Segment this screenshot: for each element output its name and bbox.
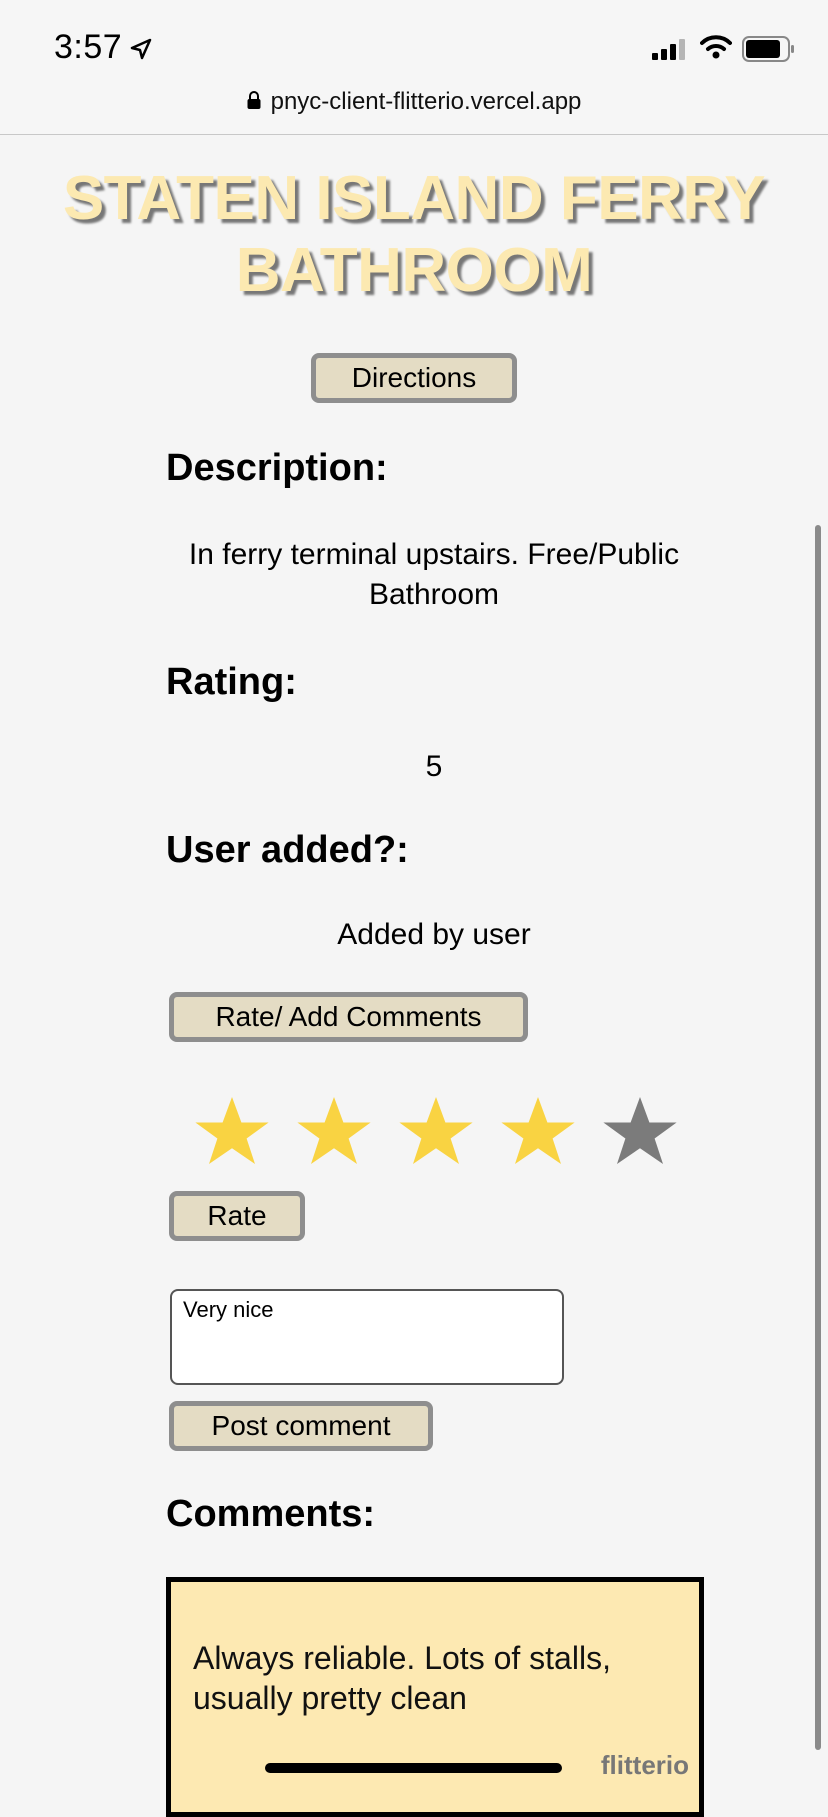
comment-text: Always reliable. Lots of stalls, usually… xyxy=(193,1640,611,1716)
battery-icon xyxy=(742,36,796,67)
watermark-logo: flitterio xyxy=(600,1750,689,1780)
directions-button[interactable]: Directions xyxy=(311,353,517,403)
star-filled-icon[interactable] xyxy=(396,1093,476,1173)
star-rating[interactable] xyxy=(192,1093,682,1183)
page-title: STATEN ISLAND FERRY BATHROOM xyxy=(0,163,828,307)
url-text: pnyc-client-flitterio.vercel.app xyxy=(270,88,582,115)
wifi-icon xyxy=(700,34,732,65)
bathroom-detail-page: STATEN ISLAND FERRY BATHROOM Directions … xyxy=(0,135,828,1817)
page-title-line1: STATEN ISLAND FERRY xyxy=(62,164,766,233)
home-indicator[interactable] xyxy=(265,1763,562,1773)
star-filled-icon[interactable] xyxy=(498,1093,578,1173)
rating-heading: Rating: xyxy=(166,661,297,703)
rate-button[interactable]: Rate xyxy=(169,1191,305,1241)
rate-add-comments-button[interactable]: Rate/ Add Comments xyxy=(169,992,528,1042)
browser-url-bar[interactable]: pnyc-client-flitterio.vercel.app xyxy=(0,82,828,135)
star-empty-icon[interactable] xyxy=(600,1093,680,1173)
page-title-line2: BATHROOM xyxy=(235,236,593,305)
description-heading: Description: xyxy=(166,447,388,489)
lock-icon xyxy=(247,88,261,116)
cellular-signal-icon xyxy=(652,38,688,65)
description-text: In ferry terminal upstairs. Free/Public … xyxy=(188,538,680,611)
location-arrow-icon xyxy=(130,38,152,65)
user-added-text: Added by user xyxy=(337,918,531,951)
comments-heading: Comments: xyxy=(166,1493,376,1535)
status-time: 3:57 xyxy=(54,28,123,66)
comment-card: Always reliable. Lots of stalls, usually… xyxy=(166,1577,704,1817)
post-comment-button[interactable]: Post comment xyxy=(169,1401,433,1451)
star-filled-icon[interactable] xyxy=(192,1093,272,1173)
user-added-heading: User added?: xyxy=(166,829,409,871)
rating-value: 5 xyxy=(425,750,443,783)
star-filled-icon[interactable] xyxy=(294,1093,374,1173)
scrollbar[interactable] xyxy=(815,525,821,1750)
comment-input[interactable] xyxy=(170,1289,564,1385)
